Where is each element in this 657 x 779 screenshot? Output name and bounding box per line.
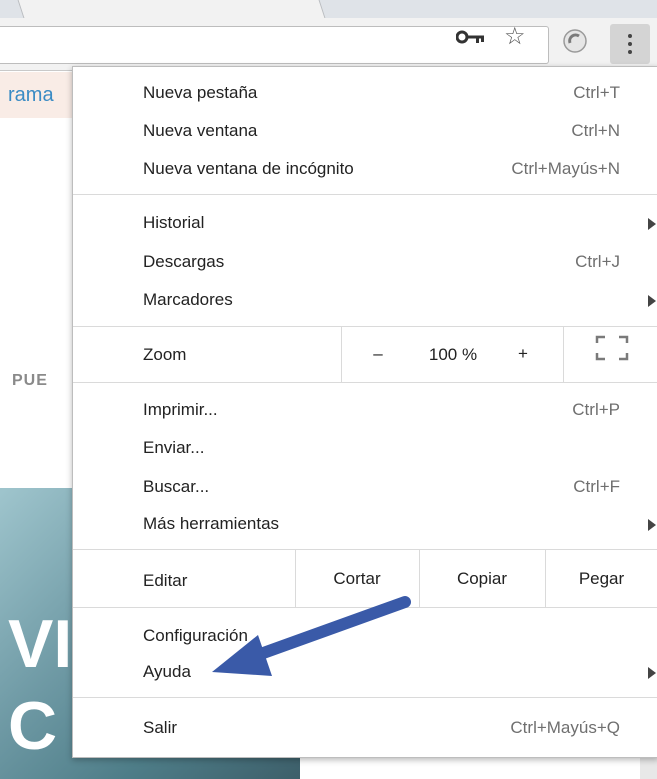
menu-item-downloads[interactable]: Descargas Ctrl+J bbox=[73, 243, 657, 281]
menu-divider bbox=[73, 697, 657, 698]
menu-item-label: Descargas bbox=[143, 252, 225, 271]
menu-item-label: Enviar... bbox=[143, 438, 205, 457]
menu-item-shortcut: Ctrl+J bbox=[575, 252, 620, 271]
menu-item-shortcut: Ctrl+Mayús+Q bbox=[510, 718, 620, 737]
menu-item-label: Historial bbox=[143, 213, 205, 232]
menu-item-incognito[interactable]: Nueva ventana de incógnito Ctrl+Mayús+N bbox=[73, 150, 657, 188]
menu-item-label: Nueva ventana bbox=[143, 121, 258, 140]
menu-item-bookmarks[interactable]: Marcadores bbox=[73, 281, 657, 319]
menu-item-new-tab[interactable]: Nueva pestaña Ctrl+T bbox=[73, 74, 657, 112]
menu-item-shortcut: Ctrl+F bbox=[573, 477, 620, 496]
browser-tab[interactable] bbox=[16, 0, 326, 19]
menu-item-find[interactable]: Buscar... Ctrl+F bbox=[73, 468, 657, 506]
menu-item-new-window[interactable]: Nueva ventana Ctrl+N bbox=[73, 112, 657, 150]
cut-button[interactable]: Cortar bbox=[295, 569, 419, 589]
submenu-arrow-icon bbox=[648, 295, 656, 307]
paste-button[interactable]: Pegar bbox=[545, 569, 657, 589]
menu-item-label: Salir bbox=[143, 718, 178, 737]
zoom-label: Zoom bbox=[143, 345, 187, 364]
page-section-label: PUE bbox=[12, 372, 48, 389]
key-icon[interactable] bbox=[456, 30, 486, 44]
browser-main-menu: Nueva pestaña Ctrl+T Nueva ventana Ctrl+… bbox=[72, 66, 657, 758]
submenu-arrow-icon bbox=[648, 667, 656, 679]
zoom-divider bbox=[341, 327, 342, 382]
zoom-level-value: 100 % bbox=[428, 345, 478, 364]
browser-toolbar: ☆ bbox=[0, 18, 657, 71]
menu-item-shortcut: Ctrl+Mayús+N bbox=[511, 159, 620, 178]
menu-item-shortcut: Ctrl+P bbox=[572, 400, 620, 419]
menu-item-label: Más herramientas bbox=[143, 514, 280, 533]
extension-icon[interactable] bbox=[562, 28, 588, 54]
menu-item-label: Buscar... bbox=[143, 477, 210, 496]
menu-item-exit[interactable]: Salir Ctrl+Mayús+Q bbox=[73, 709, 657, 747]
menu-item-shortcut: Ctrl+N bbox=[571, 121, 620, 140]
menu-item-help[interactable]: Ayuda bbox=[73, 653, 657, 691]
menu-divider bbox=[73, 194, 657, 195]
menu-item-settings[interactable]: Configuración bbox=[73, 617, 657, 655]
submenu-arrow-icon bbox=[648, 218, 656, 230]
menu-item-label: Nueva pestaña bbox=[143, 83, 258, 102]
menu-divider bbox=[73, 549, 657, 550]
menu-item-label: Marcadores bbox=[143, 290, 233, 309]
menu-divider bbox=[73, 382, 657, 383]
star-icon[interactable]: ☆ bbox=[504, 21, 526, 51]
menu-item-label: Configuración bbox=[143, 626, 248, 645]
page-link[interactable]: rama bbox=[0, 72, 72, 118]
menu-item-shortcut: Ctrl+T bbox=[573, 83, 620, 102]
menu-item-history[interactable]: Historial bbox=[73, 204, 657, 242]
edit-label: Editar bbox=[143, 571, 188, 590]
menu-divider bbox=[73, 607, 657, 608]
menu-item-label: Nueva ventana de incógnito bbox=[143, 159, 354, 178]
copy-button[interactable]: Copiar bbox=[419, 569, 545, 589]
menu-item-label: Ayuda bbox=[143, 662, 191, 681]
zoom-in-button[interactable]: + bbox=[503, 344, 543, 364]
submenu-arrow-icon bbox=[648, 519, 656, 531]
menu-item-cast[interactable]: Enviar... bbox=[73, 429, 657, 467]
menu-item-label: Imprimir... bbox=[143, 400, 218, 419]
hero-heading-line1: VI bbox=[8, 610, 72, 678]
zoom-out-button[interactable]: – bbox=[353, 344, 403, 364]
hero-heading-line2: C bbox=[8, 692, 58, 760]
fullscreen-icon[interactable] bbox=[595, 335, 629, 361]
zoom-divider bbox=[563, 327, 564, 382]
tab-strip bbox=[0, 0, 657, 19]
menu-item-print[interactable]: Imprimir... Ctrl+P bbox=[73, 391, 657, 429]
more-vert-icon[interactable] bbox=[610, 24, 650, 64]
menu-item-more-tools[interactable]: Más herramientas bbox=[73, 505, 657, 543]
